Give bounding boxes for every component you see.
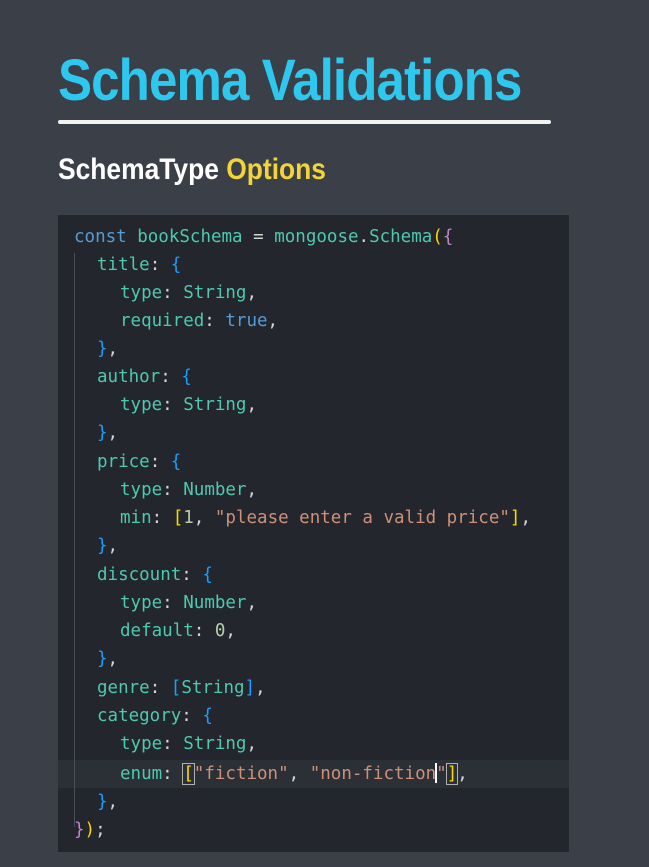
code-line: default: 0,: [120, 621, 236, 641]
code-line: title: {: [97, 255, 182, 275]
code-line: price: {: [97, 452, 182, 472]
slide-title: Schema Validations: [58, 48, 522, 113]
code-line: const bookSchema = mongoose.Schema({: [74, 227, 454, 247]
code-line: min: [1, "please enter a valid price"],: [120, 508, 531, 528]
slide-subtitle: SchemaType Options: [58, 155, 326, 185]
code-line: required: true,: [120, 311, 279, 331]
code-line: },: [97, 649, 119, 669]
subtitle-options: Options: [226, 153, 326, 186]
code-line: genre: [String],: [97, 678, 266, 698]
code-line: type: String,: [120, 283, 258, 303]
subtitle-schematype: SchemaType: [58, 153, 227, 186]
code-editor[interactable]: const bookSchema = mongoose.Schema({ tit…: [58, 215, 569, 852]
code-line: type: Number,: [120, 480, 258, 500]
code-line: author: {: [97, 367, 192, 387]
indent-guide: [74, 253, 75, 827]
code-line: type: Number,: [120, 593, 258, 613]
code-line: });: [74, 820, 106, 840]
title-underline: [58, 120, 551, 124]
code-line: },: [97, 423, 119, 443]
code-line: },: [97, 339, 119, 359]
code-line: category: {: [97, 706, 213, 726]
code-line: },: [97, 792, 119, 812]
code-line: },: [97, 536, 119, 556]
code-line: discount: {: [97, 565, 213, 585]
code-line-active: enum: ["fiction", "non-fiction"],: [120, 763, 468, 785]
code-line: type: String,: [120, 395, 258, 415]
code-line: type: String,: [120, 734, 258, 754]
